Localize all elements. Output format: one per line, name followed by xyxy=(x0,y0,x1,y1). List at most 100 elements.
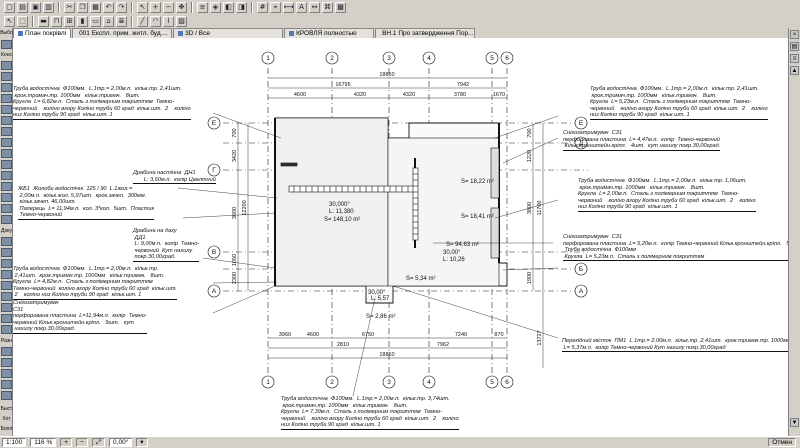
scroll-down-icon[interactable]: ▼ xyxy=(790,418,799,427)
door-icon[interactable]: ⊓ xyxy=(51,15,62,27)
save-icon[interactable]: ▣ xyxy=(30,1,41,13)
polyline-icon[interactable]: ⌇ xyxy=(163,15,174,27)
cut-icon[interactable]: ✂ xyxy=(64,1,75,13)
dimension-icon[interactable]: ↔ xyxy=(309,1,320,13)
3d-icon[interactable]: ◈ xyxy=(210,1,221,13)
scroll-up-icon[interactable]: ▲ xyxy=(790,66,799,75)
tab-document[interactable]: ВН.1 Про затвердження Пор... xyxy=(375,28,476,38)
select-tool-icon[interactable] xyxy=(1,40,12,49)
detail-tool-icon[interactable] xyxy=(1,369,12,378)
dim-left-5: 1050 xyxy=(232,254,238,266)
text-tool-icon[interactable] xyxy=(1,259,12,268)
print-icon[interactable]: ▥ xyxy=(43,1,54,13)
roof-tool-icon[interactable] xyxy=(1,127,12,136)
drawing-tool-icon[interactable] xyxy=(1,325,12,334)
marquee-icon[interactable]: ⬚ xyxy=(17,15,28,27)
grid-icon[interactable]: # xyxy=(257,1,268,13)
slab-icon[interactable]: ▭ xyxy=(90,15,101,27)
roof-icon[interactable]: ⌂ xyxy=(103,15,114,27)
tab-roof-full[interactable]: КРОВЛЯ полностью xyxy=(284,28,375,38)
toolbar-separator xyxy=(131,1,133,13)
window-tool-icon[interactable] xyxy=(1,83,12,92)
axis-3-bottom: 3 xyxy=(387,379,391,386)
navigator-icon[interactable]: ▤ xyxy=(790,42,799,51)
zoom-field[interactable]: 116 % xyxy=(30,438,57,447)
area-6-length: L: 5,57 xyxy=(371,296,390,302)
curtainwall-tool-icon[interactable] xyxy=(1,171,12,180)
undo-icon[interactable]: ↶ xyxy=(103,1,114,13)
stair-tool-icon[interactable] xyxy=(1,149,12,158)
hatch-icon[interactable]: ▨ xyxy=(176,15,187,27)
dim-top-5: 1670 xyxy=(493,92,505,98)
column-tool-icon[interactable] xyxy=(1,94,12,103)
snap-icon[interactable]: ⌖ xyxy=(270,1,281,13)
text-icon[interactable]: A xyxy=(296,1,307,13)
column-icon[interactable]: ▮ xyxy=(77,15,88,27)
shell-tool-icon[interactable] xyxy=(1,138,12,147)
worksheet-tool-icon[interactable] xyxy=(1,380,12,389)
elevation-tool-icon[interactable] xyxy=(1,358,12,367)
note-downpipe-left-2: Труба водостічна Ф100мм. L.1mp.= 2,00м.п… xyxy=(13,266,177,300)
angle-field[interactable]: 0,00° xyxy=(109,438,133,447)
redo-icon[interactable]: ↷ xyxy=(116,1,127,13)
morph-tool-icon[interactable] xyxy=(1,182,12,191)
dim-bottom-2: 4600 xyxy=(307,332,319,338)
layers-icon[interactable]: ≡ xyxy=(197,1,208,13)
beam-tool-icon[interactable] xyxy=(1,105,12,114)
arrow-icon[interactable]: ↖ xyxy=(4,15,15,27)
label-icon[interactable]: ⌘ xyxy=(322,1,333,13)
zoom-in-button[interactable]: + xyxy=(60,438,73,447)
cancel-button[interactable]: Отмен xyxy=(768,438,796,447)
fill-tool-icon[interactable] xyxy=(1,281,12,290)
fill-icon[interactable]: ▩ xyxy=(335,1,346,13)
pointer-icon[interactable]: ↖ xyxy=(137,1,148,13)
arc-tool-icon[interactable] xyxy=(1,303,12,312)
close-icon[interactable]: × xyxy=(790,30,799,39)
drawing-canvas[interactable]: 1 2 3 4 5 6 1 2 3 4 5 6 Е Г В А Е Д Б А … xyxy=(13,38,788,436)
dimension-tool-icon[interactable] xyxy=(1,237,12,246)
level-tool-icon[interactable] xyxy=(1,248,12,257)
scale-field[interactable]: 1:100 xyxy=(2,438,27,447)
open-icon[interactable]: ▤ xyxy=(17,1,28,13)
tab-roof-plan[interactable]: План покрівлі xyxy=(13,28,72,38)
label-tool-icon[interactable] xyxy=(1,270,12,279)
view-options-button[interactable]: ▾ xyxy=(136,438,148,447)
dim-left-4: 3600 xyxy=(232,207,238,219)
tab-section[interactable]: 001 Експл. прим. житл. буд.... xyxy=(72,28,173,38)
mesh-tool-icon[interactable] xyxy=(1,215,12,224)
dim-bottom-a: 2810 xyxy=(337,342,349,348)
wall-icon[interactable]: ▬ xyxy=(38,15,49,27)
axis-4-top: 4 xyxy=(427,55,431,62)
section-tool-icon[interactable] xyxy=(1,347,12,356)
pan-icon[interactable]: ✥ xyxy=(176,1,187,13)
slab-tool-icon[interactable] xyxy=(1,116,12,125)
arc-icon[interactable]: ◠ xyxy=(150,15,161,27)
layers-panel-icon[interactable]: ≡ xyxy=(790,54,799,63)
paste-icon[interactable]: ▦ xyxy=(90,1,101,13)
window-icon[interactable]: ⊞ xyxy=(64,15,75,27)
measure-icon[interactable]: ⟷ xyxy=(283,1,294,13)
zoom-out-icon[interactable]: − xyxy=(163,1,174,13)
tab-3d[interactable]: 3D / Все xyxy=(173,28,284,38)
elevation-icon[interactable]: ◨ xyxy=(236,1,247,13)
zone-tool-icon[interactable] xyxy=(1,204,12,213)
camera-tool-icon[interactable] xyxy=(1,391,12,400)
note-snow-guard-left: Снігозатримувач С31 перфорована пластина… xyxy=(13,300,147,334)
stair-icon[interactable]: ≣ xyxy=(116,15,127,27)
wall-tool-icon[interactable] xyxy=(1,61,12,70)
polyline-tool-icon[interactable] xyxy=(1,314,12,323)
railing-tool-icon[interactable] xyxy=(1,160,12,169)
fit-window-button[interactable]: ⤢ xyxy=(91,438,106,447)
line-tool-icon[interactable] xyxy=(1,292,12,301)
door-tool-icon[interactable] xyxy=(1,72,12,81)
copy-icon[interactable]: ❐ xyxy=(77,1,88,13)
line-icon[interactable]: ╱ xyxy=(137,15,148,27)
plan-icon xyxy=(18,31,23,36)
new-icon[interactable]: ▢ xyxy=(4,1,15,13)
toolbar-separator xyxy=(32,15,34,27)
zoom-out-button[interactable]: − xyxy=(76,438,88,447)
zoom-in-icon[interactable]: + xyxy=(150,1,161,13)
object-tool-icon[interactable] xyxy=(1,193,12,202)
section-icon[interactable]: ◧ xyxy=(223,1,234,13)
toolbox-hot: Хот xyxy=(2,415,11,422)
